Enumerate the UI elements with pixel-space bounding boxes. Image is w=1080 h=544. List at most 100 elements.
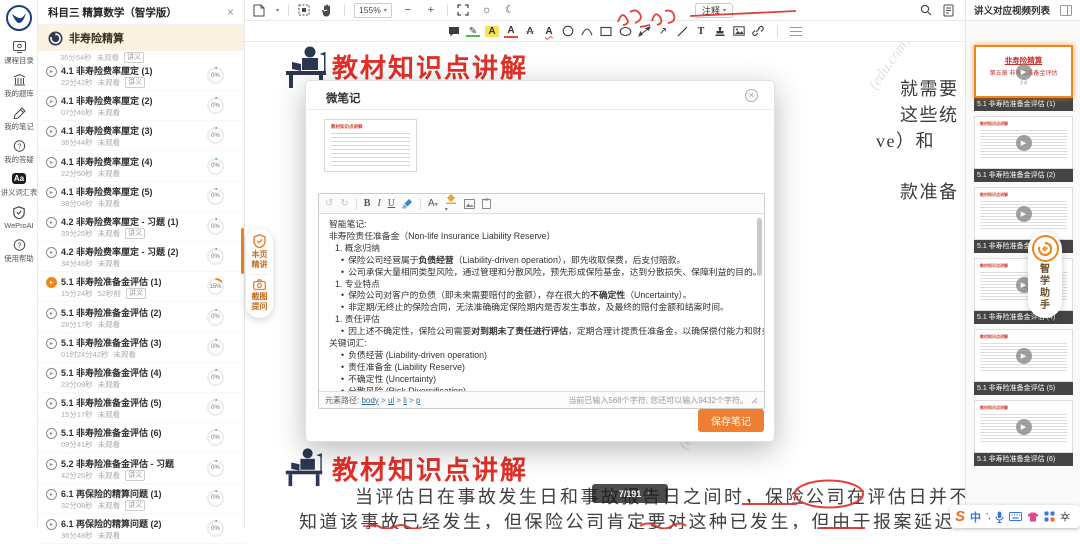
modal-title: 微笔记: [326, 90, 361, 106]
sogou-logo-icon[interactable]: S: [955, 508, 965, 525]
rail-item-glossary[interactable]: Aa讲义词汇表: [0, 168, 38, 201]
dark-mode-icon[interactable]: ☾: [503, 5, 517, 16]
element-path-link[interactable]: p: [416, 396, 420, 405]
partial-item-meta[interactable]: 36分54秒 未观看 讲义: [60, 52, 144, 63]
video-card[interactable]: 非寿险精算第五章 非寿险准备金评估主讲 ▶ 5.1 非寿险准备金评估 (1): [974, 45, 1073, 111]
rail-item-help[interactable]: ?使用帮助: [0, 234, 38, 267]
format-brush-icon[interactable]: [402, 198, 413, 209]
screenshot-question-button[interactable]: 截图提问: [250, 292, 270, 312]
rail-item-notes[interactable]: 我的笔记: [0, 102, 38, 135]
strikethrough-text-icon[interactable]: A: [523, 26, 537, 37]
ime-punctuation-toggle[interactable]: ’,: [986, 512, 990, 521]
course-item[interactable]: ▸ 5.1 非寿险准备金评估 (5) 15分17秒未观看 0%: [38, 393, 245, 423]
video-play-icon[interactable]: ▶: [1016, 64, 1032, 80]
progress-ring: 0%: [207, 309, 224, 326]
save-note-button[interactable]: 保存笔记: [698, 409, 764, 432]
course-item[interactable]: ▸ 6.1 再保险的精算问题 (1) 32分08秒未观看讲义 0%: [38, 484, 245, 514]
course-item[interactable]: ▸ 5.2 非寿险准备金评估 - 习题 42分26秒未观看讲义 0%: [38, 454, 245, 484]
video-play-icon[interactable]: ▶: [1016, 419, 1032, 435]
zoom-in-icon[interactable]: +: [424, 5, 438, 16]
pdf-toolbar: ▾ 155%▾ − + ☼ ☾ 注释▾: [245, 0, 965, 21]
video-card[interactable]: 教材知识点讲解 ▶ 5.1 非寿险准备金评估 (5): [974, 329, 1073, 395]
course-section-header[interactable]: 非寿险精算: [38, 25, 244, 51]
paste-icon[interactable]: [482, 198, 491, 209]
zoom-level-select[interactable]: 155%▾: [354, 3, 392, 18]
page-menu-caret-icon[interactable]: ▾: [276, 7, 279, 14]
annotation-toolbar: ✎AAAA↗T: [245, 21, 965, 42]
course-item[interactable]: ▸ 4.1 非寿险费率厘定 (4) 22分50秒未观看 0%: [38, 152, 245, 182]
rail-item-shield[interactable]: WeProAI: [0, 201, 38, 234]
document-outline-icon[interactable]: [943, 4, 957, 17]
underline-text-icon[interactable]: A: [504, 25, 518, 38]
course-item[interactable]: ▸ 4.1 非寿险费率厘定 (2) 07分46秒未观看 0%: [38, 91, 245, 121]
play-icon: ▸: [46, 126, 57, 137]
highlight-text-icon[interactable]: A: [485, 26, 499, 37]
svg-text:?: ?: [17, 242, 21, 249]
ime-toolbox-icon[interactable]: [1044, 511, 1055, 522]
insert-image-icon[interactable]: [464, 199, 475, 209]
ime-skin-icon[interactable]: [1027, 512, 1039, 522]
note-content[interactable]: 智能笔记:非寿险责任准备金（Non-life Insurance Liabili…: [319, 214, 764, 391]
undo-icon[interactable]: ↺: [325, 199, 333, 209]
course-item[interactable]: ▸ 5.1 非寿险准备金评估 (1) 15分24秒52秒前讲义 15%: [38, 272, 245, 302]
brightness-icon[interactable]: ☼: [480, 5, 494, 16]
video-card[interactable]: 教材知识点讲解 ▶ 5.1 非寿险准备金评估 (6): [974, 400, 1073, 466]
course-item[interactable]: ▸ 4.1 非寿险费率厘定 (3) 36分44秒未观看 0%: [38, 121, 245, 151]
ime-mic-icon[interactable]: [995, 511, 1004, 523]
collapse-panel-icon[interactable]: [1060, 5, 1072, 16]
element-path-link[interactable]: body: [361, 396, 378, 405]
course-item[interactable]: ▸ 5.1 非寿险准备金评估 (2) 28分17秒未观看 0%: [38, 303, 245, 333]
course-item[interactable]: ▸ 5.1 非寿险准备金评估 (3) 01时24分42秒未观看 0%: [38, 333, 245, 363]
italic-icon[interactable]: I: [377, 199, 380, 209]
font-color-icon[interactable]: A▾: [428, 199, 438, 209]
pen-icon[interactable]: ✎: [466, 26, 480, 37]
video-play-icon[interactable]: ▶: [1016, 348, 1032, 364]
course-list: ▸ 4.1 非寿险费率厘定 (1) 22分42秒未观看讲义 0% ▸ 4.1 非…: [38, 0, 245, 529]
course-item[interactable]: ▸ 5.1 非寿险准备金评估 (6) 09分41秒未观看 0%: [38, 423, 245, 453]
select-frame-icon[interactable]: [298, 4, 312, 16]
ime-settings-icon[interactable]: [1060, 511, 1070, 522]
bold-icon[interactable]: B: [364, 199, 371, 209]
course-item[interactable]: ▸ 6.1 再保险的精算问题 (2) 36分48秒未观看 0%: [38, 514, 245, 544]
modal-close-icon[interactable]: ✕: [745, 89, 758, 102]
note-line: 1. 专业特点: [329, 279, 750, 291]
search-icon[interactable]: [920, 4, 934, 16]
ime-toolbar: S 中 ’,: [950, 505, 1080, 528]
course-item[interactable]: ▸ 4.2 非寿险费率厘定 - 习题 (2) 34分46秒未观看 0%: [38, 242, 245, 272]
page-lecture-button[interactable]: 本页精讲: [250, 250, 270, 270]
note-slide-thumbnail[interactable]: 教材知识点讲解: [324, 119, 417, 172]
prev-page-icon[interactable]: ‹: [610, 490, 612, 497]
zoom-out-icon[interactable]: −: [401, 5, 415, 16]
video-play-icon[interactable]: ▶: [1016, 135, 1032, 151]
course-item[interactable]: ▸ 4.2 非寿险费率厘定 - 习题 (1) 39分26秒未观看讲义 0%: [38, 212, 245, 242]
video-play-icon[interactable]: ▶: [1016, 206, 1032, 222]
ime-language-toggle[interactable]: 中: [970, 509, 981, 525]
redo-icon[interactable]: ↻: [340, 199, 348, 209]
editor-scrollbar-thumb[interactable]: [757, 218, 762, 276]
element-path-link[interactable]: ul: [388, 396, 394, 405]
app-logo-icon[interactable]: [6, 5, 32, 31]
course-item[interactable]: ▸ 4.1 非寿险费率厘定 (1) 22分42秒未观看讲义 0%: [38, 61, 245, 91]
resize-handle-icon[interactable]: [751, 397, 758, 404]
hand-tool-icon[interactable]: [321, 4, 335, 17]
arc-icon[interactable]: [580, 27, 594, 36]
play-icon: ▸: [46, 217, 57, 228]
squiggly-text-icon[interactable]: A: [542, 26, 556, 37]
study-assistant-widget[interactable]: 智学助手: [1028, 232, 1062, 318]
circle-icon[interactable]: [561, 25, 575, 37]
ime-keyboard-icon[interactable]: [1009, 512, 1022, 521]
rail-item-qa[interactable]: ?我的答疑: [0, 135, 38, 168]
rail-item-catalog[interactable]: 课程目录: [0, 36, 38, 69]
next-page-icon[interactable]: ›: [647, 490, 649, 497]
comment-icon[interactable]: [447, 26, 461, 37]
course-item[interactable]: ▸ 5.1 非寿险准备金评估 (4) 23分09秒未观看 0%: [38, 363, 245, 393]
element-path-link[interactable]: li: [403, 396, 407, 405]
page-thumbnail-icon[interactable]: [253, 4, 267, 17]
sidebar-scrollbar-thumb[interactable]: [241, 228, 244, 274]
highlight-color-icon[interactable]: ▾: [445, 193, 457, 214]
underline-icon[interactable]: U: [388, 199, 395, 209]
video-card[interactable]: 教材知识点讲解 ▶ 5.1 非寿险准备金评估 (2): [974, 116, 1073, 182]
rail-item-question-bank[interactable]: 我的题库: [0, 69, 38, 102]
course-item[interactable]: ▸ 4.1 非寿险费率厘定 (5) 38分04秒未观看 0%: [38, 182, 245, 212]
fit-width-icon[interactable]: [457, 4, 471, 16]
